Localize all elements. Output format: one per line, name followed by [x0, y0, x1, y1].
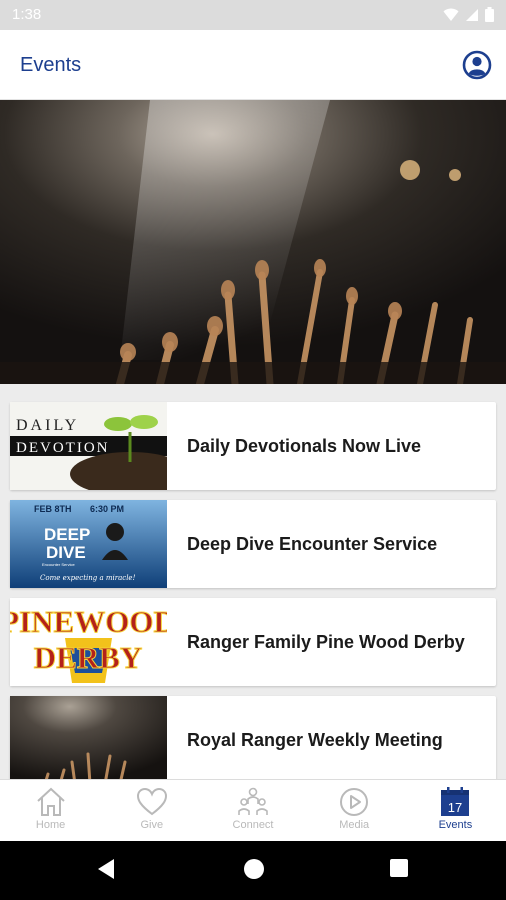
hero-image — [0, 100, 506, 384]
event-thumbnail — [10, 696, 167, 779]
tab-label: Home — [35, 819, 66, 831]
thumb-text-devotion: DEVOTION — [16, 440, 109, 456]
worship-hands-image — [0, 100, 506, 384]
event-card-daily-devotionals[interactable]: DAILY DEVOTION Daily Devotionals Now Liv… — [10, 402, 496, 490]
status-bar: 1:38 — [0, 0, 506, 30]
calendar-icon: 17 — [441, 787, 470, 816]
wifi-icon — [443, 8, 459, 21]
thumb-text-encounter: Encounter Service — [42, 562, 75, 567]
tab-connect[interactable]: Connect — [202, 780, 303, 841]
tab-label: Connect — [232, 819, 274, 831]
tab-label: Media — [339, 819, 370, 831]
play-icon — [340, 788, 369, 816]
status-time: 1:38 — [12, 6, 42, 23]
page-title: Events — [20, 54, 82, 76]
event-title: Daily Devotionals Now Live — [187, 436, 422, 456]
event-thumbnail: DAILY DEVOTION — [10, 402, 167, 490]
event-thumbnail: PINEWOOD DERBY — [10, 598, 167, 686]
events-list: DAILY DEVOTION Daily Devotionals Now Liv… — [0, 384, 506, 779]
thumb-text-pinewood: PINEWOOD — [10, 604, 167, 639]
app-bar: Events — [0, 30, 506, 100]
system-icons — [443, 7, 494, 22]
tab-give[interactable]: Give — [101, 780, 202, 841]
profile-icon[interactable] — [462, 50, 492, 80]
thumb-text-dive: DIVE — [46, 543, 86, 562]
tab-home[interactable]: Home — [0, 780, 101, 841]
event-title: Royal Ranger Weekly Meeting — [187, 730, 443, 750]
system-navigation-bar — [0, 841, 506, 900]
thumb-text-time: 6:30 PM — [90, 504, 124, 514]
event-card-royal-ranger[interactable]: Royal Ranger Weekly Meeting — [10, 696, 496, 779]
thumb-text-date: FEB 8TH — [34, 504, 72, 514]
home-icon — [36, 787, 65, 816]
heart-icon — [136, 787, 167, 816]
deep-dive-image: FEB 8TH 6:30 PM DEEP DIVE Encounter Serv… — [10, 500, 167, 588]
pinewood-derby-image: PINEWOOD DERBY — [10, 598, 167, 686]
tab-media[interactable]: Media — [304, 780, 405, 841]
worship-hands-thumbnail — [10, 696, 167, 779]
signal-icon — [466, 8, 478, 21]
battery-icon — [485, 7, 494, 22]
bottom-tab-bar: Home Give Connect Media 17 Events — [0, 779, 506, 841]
calendar-badge: 17 — [448, 800, 462, 815]
event-title: Deep Dive Encounter Service — [187, 534, 438, 554]
event-card-pinewood-derby[interactable]: PINEWOOD DERBY Ranger Family Pine Wood D… — [10, 598, 496, 686]
thumb-text-deep: DEEP — [44, 525, 90, 544]
tab-label: Events — [438, 819, 473, 831]
people-icon — [238, 787, 268, 815]
tab-events[interactable]: 17 Events — [405, 780, 506, 841]
home-circle-icon[interactable] — [243, 858, 265, 880]
event-title: Ranger Family Pine Wood Derby — [187, 632, 465, 652]
thumb-text-tagline: Come expecting a miracle! — [40, 574, 136, 582]
event-card-deep-dive[interactable]: FEB 8TH 6:30 PM DEEP DIVE Encounter Serv… — [10, 500, 496, 588]
event-thumbnail: FEB 8TH 6:30 PM DEEP DIVE Encounter Serv… — [10, 500, 167, 588]
daily-devotion-image: DAILY DEVOTION — [10, 402, 167, 490]
recents-icon[interactable] — [389, 858, 409, 878]
back-icon[interactable] — [96, 858, 116, 880]
tab-label: Give — [140, 819, 164, 831]
thumb-text-daily: DAILY — [16, 417, 79, 434]
thumb-text-derby: DERBY — [34, 640, 143, 675]
